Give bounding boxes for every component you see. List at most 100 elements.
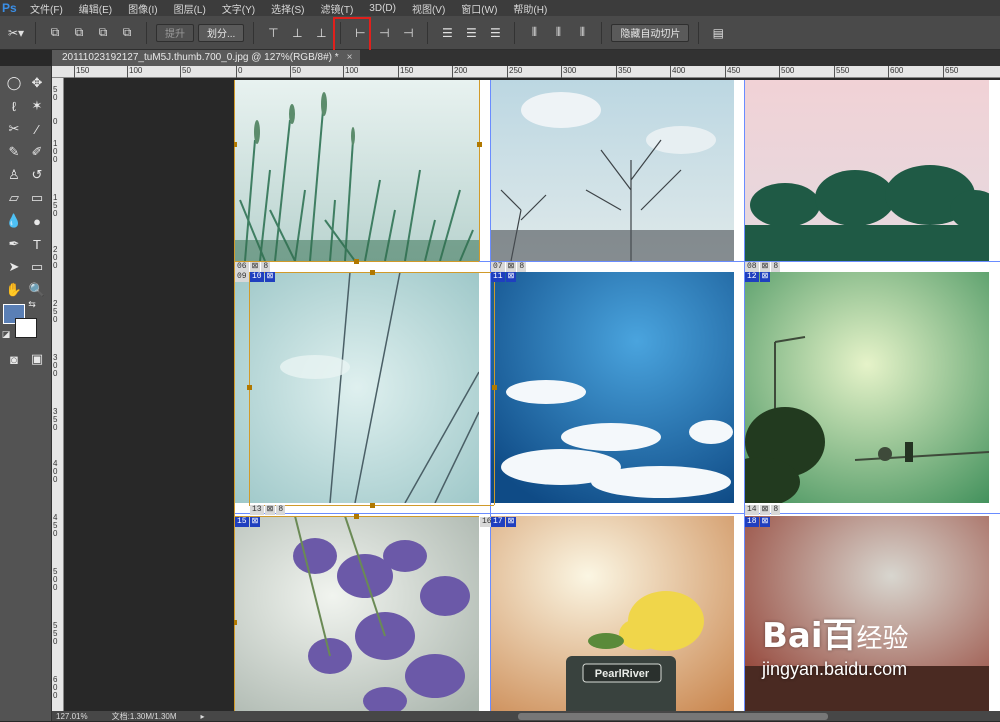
align-top-icon[interactable]: ⊤ <box>263 23 283 43</box>
resize-handle[interactable] <box>234 142 237 147</box>
type-tool-icon[interactable]: T <box>26 233 48 255</box>
document-tab[interactable]: 20111023192127_tuM5J.thumb.700_0.jpg @ 1… <box>52 50 361 66</box>
marquee-tool-icon[interactable]: ◯ <box>3 72 25 94</box>
document-size-info[interactable]: 文档:1.30M/1.30M <box>112 711 177 722</box>
blur-tool-icon[interactable]: 💧 <box>3 210 25 232</box>
magic-wand-tool-icon[interactable]: ✶ <box>26 95 48 117</box>
slice-label-09[interactable]: 09 <box>235 272 249 282</box>
hide-auto-slices-button[interactable]: 隐藏自动切片 <box>611 23 690 42</box>
slice-label-13[interactable]: 13 ⊠ 8 <box>250 505 286 515</box>
align-right-icon[interactable]: ⊣ <box>398 23 418 43</box>
align-bottom-icon[interactable]: ⊥ <box>311 23 331 43</box>
align-vcenter-icon[interactable]: ⊥ <box>287 23 307 43</box>
selected-slice-border <box>479 80 480 261</box>
lasso-tool-icon[interactable]: ℓ <box>3 95 25 117</box>
resize-handle[interactable] <box>370 503 375 508</box>
photoshop-logo: Ps <box>2 1 17 15</box>
menu-3d[interactable]: 3D(D) <box>361 3 404 14</box>
distribute-hcenter-icon[interactable]: ⫴ <box>548 23 568 43</box>
slice-label-12[interactable]: 12 ⊠ <box>745 272 771 282</box>
bring-forward-icon[interactable]: ⧉ <box>69 23 89 43</box>
distribute-right-icon[interactable]: ⫴ <box>572 23 592 43</box>
default-colors-icon[interactable]: ◪ <box>0 328 12 340</box>
ruler-tick: 6 0 0 <box>53 675 58 700</box>
brush-tool-icon[interactable]: ✐ <box>26 141 48 163</box>
healing-brush-tool-icon[interactable]: ✎ <box>3 141 25 163</box>
slice-image-icon: ⊠ <box>264 505 276 515</box>
slice-number: 18 <box>745 517 759 527</box>
menu-window[interactable]: 窗口(W) <box>453 1 505 16</box>
move-tool-icon[interactable]: ✥ <box>26 72 48 94</box>
menu-type[interactable]: 文字(Y) <box>214 1 263 16</box>
divide-slice-button[interactable]: 划分... <box>198 23 245 42</box>
slice-number: 09 <box>235 272 249 282</box>
traffic-light-image <box>745 272 989 503</box>
history-brush-tool-icon[interactable]: ↺ <box>26 164 48 186</box>
resize-handle[interactable] <box>492 385 497 390</box>
eraser-tool-icon[interactable]: ▱ <box>3 187 25 209</box>
resize-handle[interactable] <box>234 620 237 625</box>
gradient-tool-icon[interactable]: ▭ <box>26 187 48 209</box>
swap-colors-icon[interactable]: ⇆ <box>26 298 38 310</box>
send-backward-icon[interactable]: ⧉ <box>93 23 113 43</box>
align-hcenter-icon[interactable]: ⊣ <box>374 23 394 43</box>
slice-border <box>744 80 745 711</box>
slice-link-icon: 8 <box>517 262 527 272</box>
distribute-bottom-icon[interactable]: ☰ <box>485 23 505 43</box>
menu-filter[interactable]: 滤镜(T) <box>313 1 362 16</box>
menu-select[interactable]: 选择(S) <box>263 1 312 16</box>
hand-tool-icon[interactable]: ✋ <box>3 279 25 301</box>
slice-label-06[interactable]: 06 ⊠ 8 <box>235 262 271 272</box>
close-icon[interactable]: × <box>347 52 353 66</box>
slice-number: 06 <box>235 262 249 272</box>
ruler-tick: 450 <box>724 66 741 78</box>
distribute-top-icon[interactable]: ☰ <box>437 23 457 43</box>
screen-mode-icon[interactable]: ▣ <box>26 348 48 370</box>
menu-file[interactable]: 文件(F) <box>22 1 71 16</box>
background-color-swatch[interactable] <box>15 318 37 338</box>
slice-link-icon: 8 <box>771 262 781 272</box>
horizontal-scrollbar[interactable] <box>518 713 828 720</box>
resize-handle[interactable] <box>477 142 482 147</box>
ruler-tick: 100 <box>126 66 143 78</box>
slice-label-14[interactable]: 14 ⊠ 8 <box>745 505 781 515</box>
slice-label-07[interactable]: 07 ⊠ 8 <box>491 262 527 272</box>
promote-button[interactable]: 提升 <box>156 23 194 42</box>
ruler-tick: 5 5 0 <box>53 621 58 646</box>
menu-image[interactable]: 图像(I) <box>120 1 165 16</box>
slice-options-icon[interactable]: ▤ <box>708 23 728 43</box>
slice-label-17[interactable]: 17 ⊠ <box>491 517 517 527</box>
bring-to-front-icon[interactable]: ⧉ <box>45 23 65 43</box>
path-selection-tool-icon[interactable]: ➤ <box>3 256 25 278</box>
slice-tool-icon[interactable]: ✂ <box>3 118 25 140</box>
slice-select-tool-icon[interactable]: ✂▾ <box>6 23 26 43</box>
slice-label-11[interactable]: 11 ⊠ <box>491 272 517 282</box>
slice-label-10[interactable]: 10 ⊠ <box>250 272 276 282</box>
resize-handle[interactable] <box>354 514 359 519</box>
menu-layer[interactable]: 图层(L) <box>166 1 214 16</box>
dodge-tool-icon[interactable]: ● <box>26 210 48 232</box>
menu-edit[interactable]: 编辑(E) <box>71 1 120 16</box>
zoom-level[interactable]: 127.01% <box>56 712 88 721</box>
resize-handle[interactable] <box>247 385 252 390</box>
send-to-back-icon[interactable]: ⧉ <box>117 23 137 43</box>
resize-handle[interactable] <box>370 270 375 275</box>
slice-label-18[interactable]: 18 ⊠ <box>745 517 771 527</box>
pink-trees-image <box>745 80 989 261</box>
distribute-vcenter-icon[interactable]: ☰ <box>461 23 481 43</box>
ruler-tick: 50 <box>290 66 301 78</box>
menu-view[interactable]: 视图(V) <box>404 1 453 16</box>
photo-purple-flowers <box>235 516 479 711</box>
slice-label-08[interactable]: 08 ⊠ 8 <box>745 262 781 272</box>
resize-handle[interactable] <box>354 259 359 264</box>
menu-help[interactable]: 帮助(H) <box>505 1 555 16</box>
slice-label-15[interactable]: 15 ⊠ <box>235 517 261 527</box>
rectangle-tool-icon[interactable]: ▭ <box>26 256 48 278</box>
eyedropper-tool-icon[interactable]: ⁄ <box>26 118 48 140</box>
ruler-tick: 2 0 0 <box>53 245 58 270</box>
distribute-left-icon[interactable]: ⫴ <box>524 23 544 43</box>
status-menu-arrow-icon[interactable]: ▸ <box>201 712 205 721</box>
clone-stamp-tool-icon[interactable]: ♙ <box>3 164 25 186</box>
quick-mask-icon[interactable]: ◙ <box>3 348 25 370</box>
pen-tool-icon[interactable]: ✒ <box>3 233 25 255</box>
